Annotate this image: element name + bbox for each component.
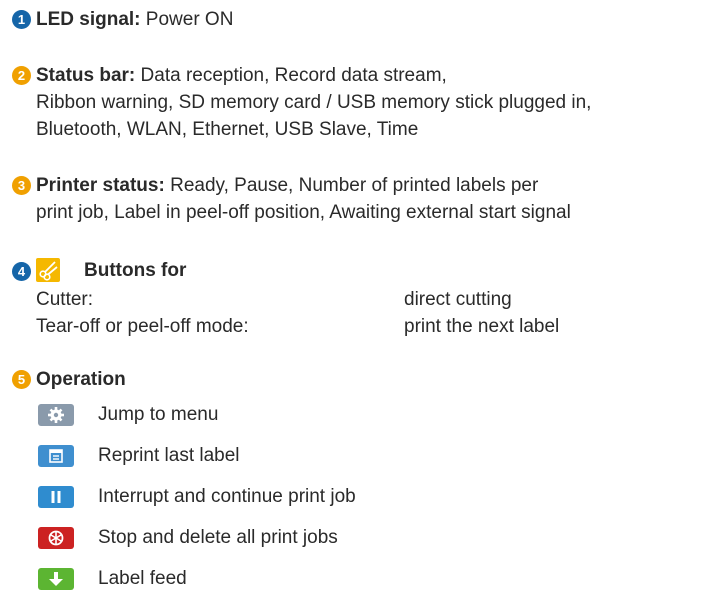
pause-button-text: Interrupt and continue print job	[98, 486, 356, 507]
led-signal-line: LED signal: Power ON	[36, 6, 233, 33]
printer-status-label: Printer status:	[36, 175, 165, 196]
action-cutter: direct cutting	[404, 289, 512, 310]
feed-button-text: Label feed	[98, 568, 187, 589]
printer-status-text-1: Ready, Pause, Number of printed labels p…	[170, 175, 539, 196]
status-bar-line-1: Status bar: Data reception, Record data …	[36, 62, 447, 89]
stop-button-text: Stop and delete all print jobs	[98, 527, 338, 548]
operation-heading: Operation	[36, 366, 126, 393]
led-signal-text: Power ON	[145, 9, 234, 30]
callout-badge-2: 2	[12, 66, 31, 85]
down-arrow-icon	[49, 572, 63, 586]
feed-button	[38, 568, 74, 590]
status-bar-line-3: Bluetooth, WLAN, Ethernet, USB Slave, Ti…	[36, 119, 419, 140]
printer-status-line-2: print job, Label in peel-off position, A…	[36, 202, 571, 223]
buttons-for-heading: Buttons for	[84, 257, 186, 284]
led-signal-label: LED signal:	[36, 9, 141, 30]
reprint-button-text: Reprint last label	[98, 445, 240, 466]
pause-button	[38, 486, 74, 508]
status-bar-text-1: Data reception, Record data stream,	[140, 65, 447, 86]
gear-icon	[48, 407, 64, 423]
callout-badge-5: 5	[12, 370, 31, 389]
pause-icon	[51, 491, 61, 503]
callout-badge-3: 3	[12, 176, 31, 195]
mode-cutter: Cutter:	[36, 289, 94, 310]
mode-tear-off: Tear-off or peel-off mode:	[36, 316, 249, 337]
stop-icon	[48, 530, 64, 546]
menu-button-text: Jump to menu	[98, 404, 219, 425]
status-bar-label: Status bar:	[36, 65, 136, 86]
buttons-for-label: Buttons for	[84, 260, 187, 281]
callout-badge-1: 1	[12, 10, 31, 29]
menu-button	[38, 404, 74, 426]
printer-status-line-1: Printer status: Ready, Pause, Number of …	[36, 172, 538, 199]
scissors-icon	[36, 258, 60, 282]
reprint-icon	[49, 449, 63, 463]
reprint-button	[38, 445, 74, 467]
callout-badge-4: 4	[12, 262, 31, 281]
operation-label: Operation	[36, 369, 126, 390]
status-bar-line-2: Ribbon warning, SD memory card / USB mem…	[36, 92, 592, 113]
action-tear-off: print the next label	[404, 316, 560, 337]
stop-button	[38, 527, 74, 549]
